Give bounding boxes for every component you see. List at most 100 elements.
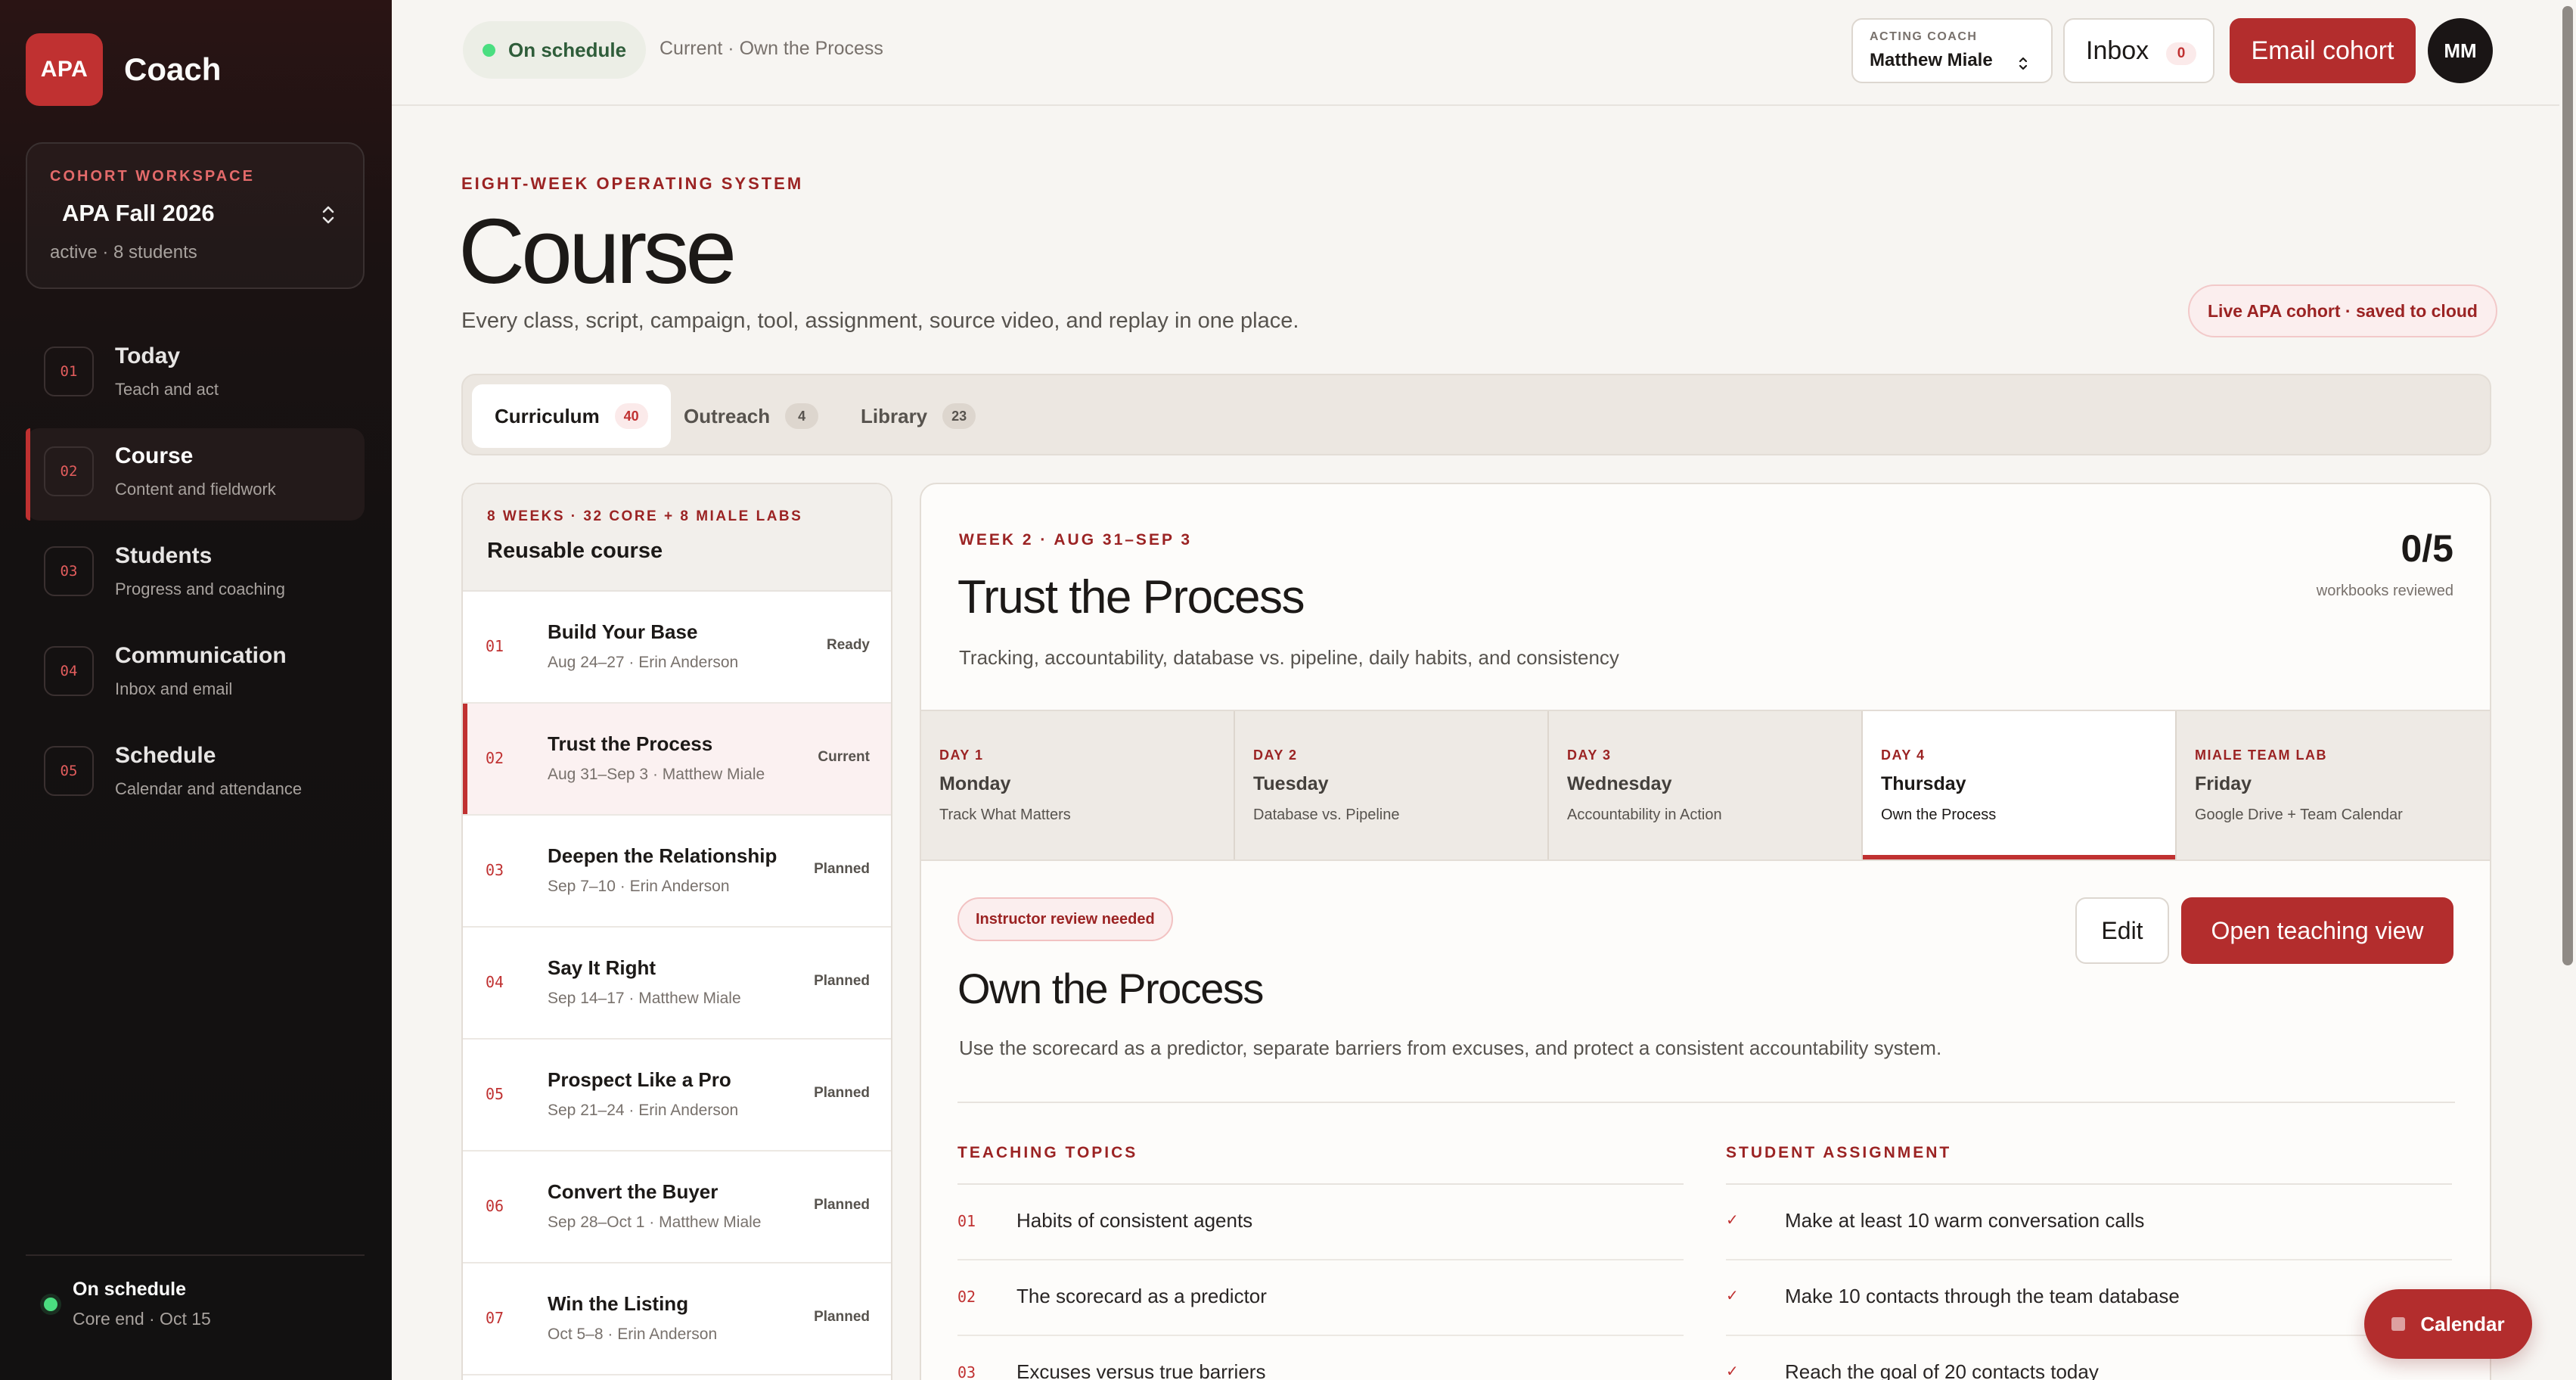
week-meta: Aug 24–27 · Erin Anderson [548, 654, 739, 671]
day-name: Friday [2195, 773, 2252, 794]
topic-text: Habits of consistent agents [1016, 1209, 1253, 1232]
week-number: 03 [486, 861, 504, 879]
nav-item-course[interactable]: 02 Course Content and fieldwork [26, 428, 365, 521]
course-list-title: Reusable course [487, 539, 663, 563]
day-name: Tuesday [1253, 773, 1329, 794]
topic-text: Excuses versus true barriers [1016, 1360, 1266, 1380]
workspace-switcher[interactable]: COHORT WORKSPACE APA Fall 2026 active · … [26, 142, 365, 289]
sidebar: APA Coach COHORT WORKSPACE APA Fall 2026… [0, 0, 392, 1380]
day-name: Monday [939, 773, 1011, 794]
nav-subtitle: Progress and coaching [115, 580, 286, 598]
day-tab-thursday[interactable]: DAY 4 Thursday Own the Process [1863, 711, 2177, 859]
lesson-description: Use the scorecard as a predictor, separa… [959, 1037, 1942, 1059]
week-status: Planned [814, 1085, 870, 1101]
day-name: Thursday [1881, 773, 1966, 794]
day-tab-wednesday[interactable]: DAY 3 Wednesday Accountability in Action [1549, 711, 1863, 859]
course-list-header: 8 WEEKS · 32 CORE + 8 MIALE LABS Reusabl… [463, 484, 891, 592]
assignment-text: Make at least 10 warm conversation calls [1785, 1209, 2145, 1232]
day-topic: Own the Process [1881, 807, 1997, 823]
week-title: Prospect Like a Pro [548, 1068, 731, 1091]
list-item[interactable]: 01 Build Your Base Aug 24–27 · Erin Ande… [463, 592, 891, 704]
week-number: 05 [486, 1085, 504, 1103]
list-item: 02 The scorecard as a predictor [957, 1260, 1684, 1336]
week-number: 06 [486, 1197, 504, 1215]
chevron-up-down-icon [322, 206, 334, 224]
tab-label: Curriculum [495, 404, 600, 427]
topic-number: 01 [957, 1212, 976, 1230]
day-label: DAY 1 [939, 748, 984, 763]
list-item[interactable]: 03 Deepen the Relationship Sep 7–10 · Er… [463, 816, 891, 928]
tab-library[interactable]: Library 23 [838, 384, 998, 448]
brand[interactable]: APA Coach [26, 33, 221, 106]
nav-subtitle: Inbox and email [115, 679, 233, 698]
acting-coach-select[interactable]: ACTING COACH Matthew Miale [1851, 18, 2053, 83]
nav-number: 01 [44, 347, 94, 396]
nav-title: Schedule [115, 743, 216, 768]
teaching-topics: TEACHING TOPICS 01 Habits of consistent … [957, 1144, 1684, 1380]
week-meta: Sep 7–10 · Erin Anderson [548, 878, 730, 895]
nav-item-students[interactable]: 03 Students Progress and coaching [26, 528, 365, 620]
inbox-count-badge: 0 [2166, 42, 2196, 65]
week-status: Planned [814, 1309, 870, 1325]
sidebar-status-subtitle: Core end · Oct 15 [73, 1309, 211, 1329]
week-number: 04 [486, 973, 504, 991]
week-status: Planned [814, 861, 870, 877]
calendar-button[interactable]: Calendar [2364, 1289, 2532, 1359]
edit-button[interactable]: Edit [2075, 897, 2169, 964]
list-item[interactable]: 04 Say It Right Sep 14–17 · Matthew Mial… [463, 928, 891, 1040]
teaching-topics-heading: TEACHING TOPICS [957, 1144, 1684, 1185]
divider [957, 1102, 2455, 1103]
workbooks-reviewed-label: workbooks reviewed [2316, 583, 2453, 599]
assignment-text: Make 10 contacts through the team databa… [1785, 1285, 2180, 1307]
open-teaching-view-button[interactable]: Open teaching view [2181, 897, 2453, 964]
tab-label: Outreach [684, 404, 771, 427]
week-meta: Aug 31–Sep 3 · Matthew Miale [548, 766, 765, 783]
inbox-button[interactable]: Inbox 0 [2063, 18, 2214, 83]
email-cohort-button[interactable]: Email cohort [2230, 18, 2416, 83]
nav-item-today[interactable]: 01 Today Teach and act [26, 328, 365, 421]
check-icon: ✓ [1726, 1212, 1739, 1229]
student-assignment: STUDENT ASSIGNMENT ✓ Make at least 10 wa… [1726, 1144, 2452, 1380]
day-tab-tuesday[interactable]: DAY 2 Tuesday Database vs. Pipeline [1235, 711, 1549, 859]
day-tabs: DAY 1 Monday Track What Matters DAY 2 Tu… [921, 710, 2490, 861]
day-tab-friday[interactable]: MIALE TEAM LAB Friday Google Drive + Tea… [2177, 711, 2490, 859]
nav-item-schedule[interactable]: 05 Schedule Calendar and attendance [26, 728, 365, 820]
day-name: Wednesday [1567, 773, 1672, 794]
week-status: Planned [814, 973, 870, 989]
workspace-label: COHORT WORKSPACE [50, 168, 255, 185]
week-status: Current [818, 749, 870, 765]
assignment-text: Reach the goal of 20 contacts today [1785, 1360, 2099, 1380]
week-title: Trust the Process [957, 571, 1305, 623]
tab-outreach[interactable]: Outreach 4 [661, 384, 841, 448]
nav-subtitle: Calendar and attendance [115, 779, 303, 798]
acting-coach-name: Matthew Miale [1870, 50, 1993, 70]
tab-curriculum[interactable]: Curriculum 40 [472, 384, 671, 448]
week-detail-panel: WEEK 2 · AUG 31–SEP 3 Trust the Process … [920, 483, 2491, 1380]
page-description: Every class, script, campaign, tool, ass… [461, 309, 1299, 333]
week-meta: Sep 14–17 · Matthew Miale [548, 990, 741, 1007]
status-text: On schedule [508, 38, 627, 61]
status-badge: On schedule [463, 21, 647, 79]
tab-count-badge: 40 [614, 403, 648, 429]
avatar[interactable]: MM [2428, 18, 2493, 83]
topic-text: The scorecard as a predictor [1016, 1285, 1267, 1307]
scrollbar-thumb[interactable] [2562, 6, 2573, 965]
student-assignment-heading: STUDENT ASSIGNMENT [1726, 1144, 2452, 1185]
nav-subtitle: Teach and act [115, 380, 219, 399]
brand-name: Coach [124, 51, 222, 87]
list-item[interactable]: 07 Win the Listing Oct 5–8 · Erin Anders… [463, 1263, 891, 1375]
list-item[interactable]: 06 Convert the Buyer Sep 28–Oct 1 · Matt… [463, 1152, 891, 1263]
tab-count-badge: 4 [785, 403, 819, 429]
tab-label: Library [861, 404, 928, 427]
week-title: Trust the Process [548, 732, 713, 755]
status-dot-icon [483, 44, 495, 57]
week-number: 02 [486, 749, 504, 767]
list-item[interactable]: 05 Prospect Like a Pro Sep 21–24 · Erin … [463, 1040, 891, 1152]
nav-item-communication[interactable]: 04 Communication Inbox and email [26, 628, 365, 720]
list-item[interactable]: 02 Trust the Process Aug 31–Sep 3 · Matt… [463, 704, 891, 816]
page-eyebrow: EIGHT-WEEK OPERATING SYSTEM [461, 174, 804, 193]
calendar-icon [2391, 1317, 2406, 1331]
scrollbar[interactable] [2559, 0, 2576, 1380]
day-tab-monday[interactable]: DAY 1 Monday Track What Matters [921, 711, 1235, 859]
week-eyebrow: WEEK 2 · AUG 31–SEP 3 [959, 531, 1193, 549]
